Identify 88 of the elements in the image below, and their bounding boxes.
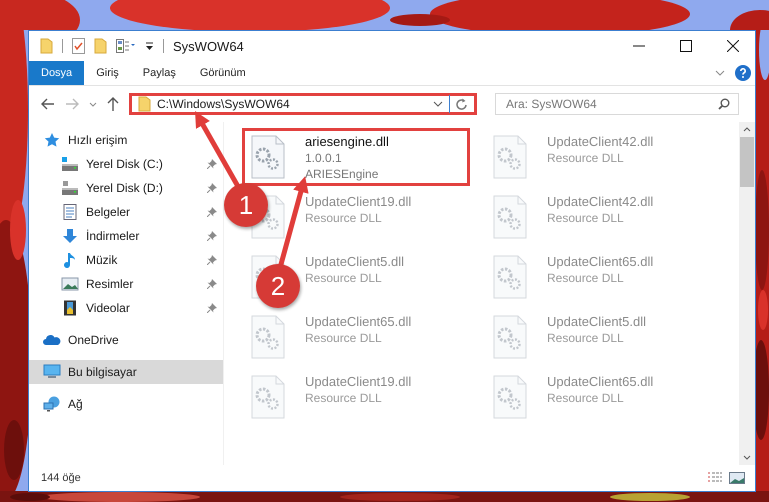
properties-icon[interactable] [116, 39, 136, 53]
back-arrow-icon[interactable] [41, 98, 55, 110]
gear-document-icon [251, 135, 285, 179]
pin-icon[interactable] [207, 207, 217, 217]
ribbon-tab[interactable]: Giriş [84, 61, 131, 85]
cloud-icon [43, 332, 61, 348]
network-icon [43, 396, 61, 412]
sidebar-item[interactable]: Müzik [29, 248, 223, 272]
sidebar-item[interactable]: İndirmeler [29, 224, 223, 248]
up-arrow-icon[interactable] [107, 97, 119, 111]
refresh-icon[interactable] [456, 98, 468, 110]
chevron-down-icon[interactable] [433, 101, 443, 107]
pin-icon[interactable] [207, 159, 217, 169]
item-count: 144 öğe [41, 472, 81, 484]
gear-document-icon [251, 315, 285, 359]
videos-icon [61, 300, 79, 316]
chevron-down-icon[interactable] [743, 455, 751, 460]
file-detail: Resource DLL [547, 390, 625, 406]
file-name: UpdateClient42.dll [547, 134, 654, 150]
documents-icon [61, 204, 79, 220]
search-field[interactable]: Ara: SysWOW64 [495, 93, 739, 115]
star-icon [43, 132, 61, 148]
sidebar-item[interactable]: Videolar [29, 296, 223, 320]
file-detail: Resource DLL [305, 390, 383, 406]
gear-document-icon [493, 135, 527, 179]
ribbon-tab[interactable]: Dosya [29, 61, 84, 85]
details-view-icon[interactable] [707, 472, 723, 484]
pin-icon[interactable] [207, 231, 217, 241]
pin-icon[interactable] [207, 279, 217, 289]
file-detail: 1.0.0.1 [305, 150, 343, 166]
computer-icon [43, 364, 61, 380]
file-detail: Resource DLL [547, 150, 625, 166]
drive-icon [61, 180, 79, 196]
file-name: UpdateClient5.dll [547, 314, 646, 330]
sidebar-item[interactable]: Bu bilgisayar [29, 360, 223, 384]
file-name: UpdateClient65.dll [305, 314, 412, 330]
file-detail: Resource DLL [305, 270, 383, 286]
chevron-down-icon[interactable] [89, 102, 97, 106]
close-icon[interactable] [727, 40, 739, 52]
download-icon [61, 228, 79, 244]
sidebar-item[interactable]: Hızlı erişim [29, 128, 223, 152]
file-name: UpdateClient65.dll [547, 374, 654, 390]
file-name: UpdateClient5.dll [305, 254, 404, 270]
folder-icon[interactable] [40, 38, 53, 54]
chevron-down-icon[interactable] [715, 70, 725, 76]
gear-document-icon [251, 375, 285, 419]
help-icon[interactable] [735, 65, 751, 81]
scrollbar[interactable] [739, 122, 755, 465]
folder-icon [138, 96, 151, 112]
file-detail: Resource DLL [305, 330, 383, 346]
sidebar-item[interactable]: Yerel Disk (C:) [29, 152, 223, 176]
gear-document-icon [493, 195, 527, 239]
sidebar-item[interactable]: Ağ [29, 392, 223, 416]
file-detail: Resource DLL [547, 270, 625, 286]
sidebar-item[interactable]: Resimler [29, 272, 223, 296]
sidebar-item[interactable]: OneDrive [29, 328, 223, 352]
file-detail: ARIESEngine [305, 166, 380, 182]
pin-icon[interactable] [207, 303, 217, 313]
file-item[interactable]: ariesengine.dll 1.0.0.1 ARIESEngine [242, 128, 470, 186]
maximize-icon[interactable] [680, 40, 692, 52]
search-icon [718, 98, 730, 110]
scrollbar-thumb[interactable] [740, 137, 754, 187]
folder-icon[interactable] [94, 38, 107, 54]
pictures-icon [61, 276, 79, 292]
ribbon-tab[interactable]: Görünüm [188, 61, 258, 85]
file-name: UpdateClient19.dll [305, 194, 412, 210]
address-bar[interactable]: C:\Windows\SysWOW64 [129, 93, 477, 115]
window-title: SysWOW64 [173, 38, 244, 54]
chevron-up-icon[interactable] [743, 127, 751, 132]
system-drive-icon [61, 156, 79, 172]
ribbon-tab[interactable]: Paylaş [130, 61, 188, 85]
image-view-icon[interactable] [729, 472, 745, 484]
file-name: UpdateClient65.dll [547, 254, 654, 270]
gear-document-icon [493, 315, 527, 359]
checklist-icon[interactable] [72, 38, 85, 54]
file-name: UpdateClient42.dll [547, 194, 654, 210]
pin-icon[interactable] [207, 255, 217, 265]
gear-document-icon [493, 255, 527, 299]
file-name: ariesengine.dll [305, 134, 389, 150]
file-detail: Resource DLL [305, 210, 383, 226]
dropdown-icon[interactable] [145, 41, 154, 51]
file-detail: Resource DLL [547, 210, 625, 226]
file-name: UpdateClient19.dll [305, 374, 412, 390]
pin-icon[interactable] [207, 183, 217, 193]
gear-document-icon [493, 375, 527, 419]
sidebar-item[interactable]: Yerel Disk (D:) [29, 176, 223, 200]
file-detail: Resource DLL [547, 330, 625, 346]
sidebar-item[interactable]: Belgeler [29, 200, 223, 224]
